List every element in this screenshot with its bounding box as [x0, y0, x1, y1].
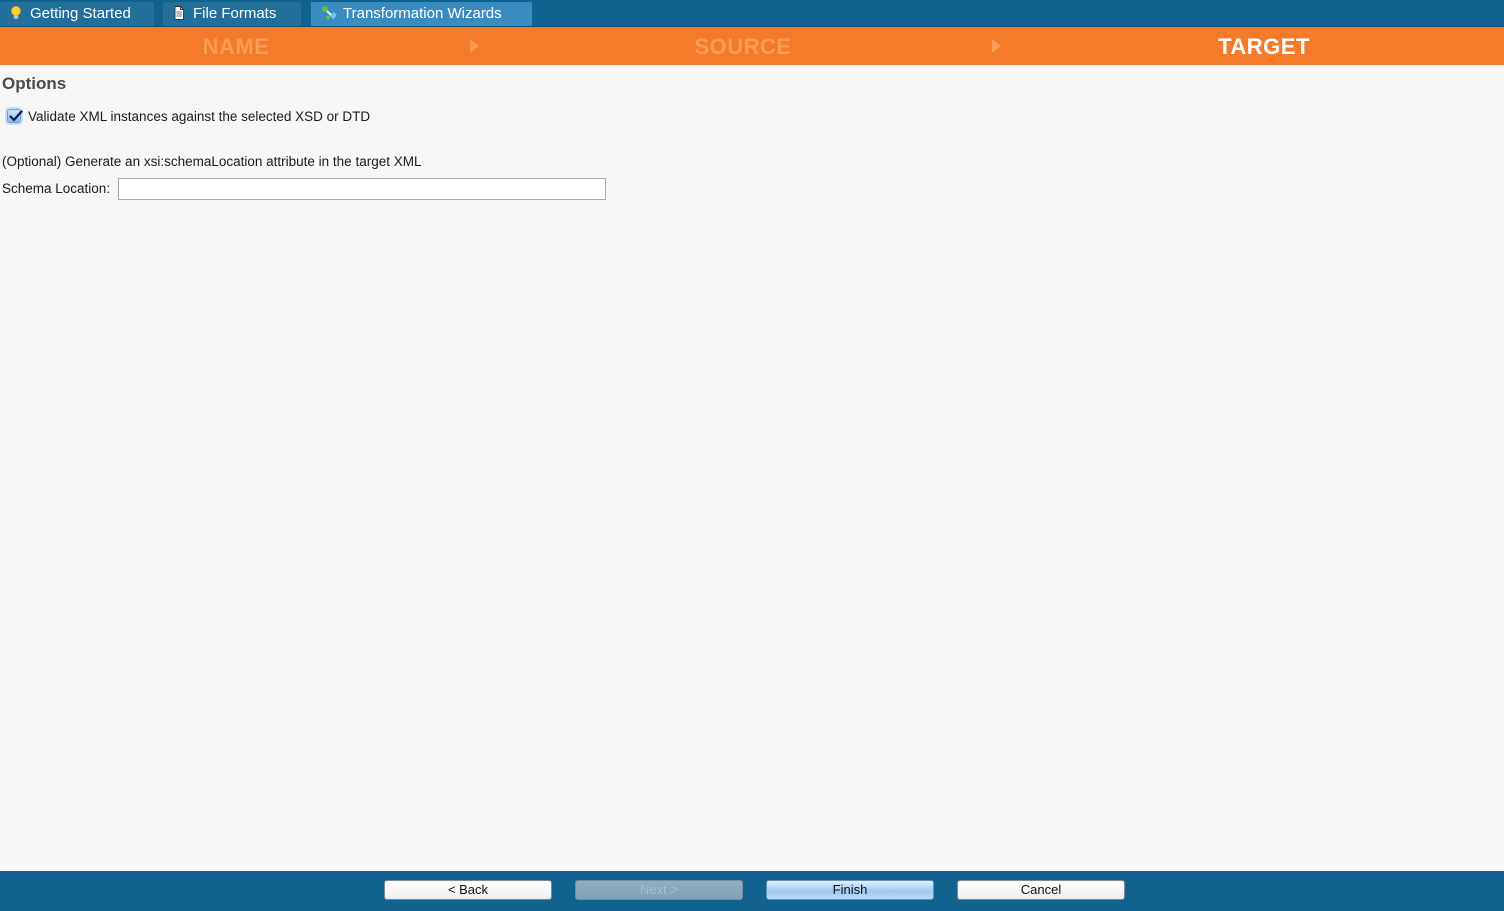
tab-label: Transformation Wizards [343, 5, 502, 22]
cancel-button[interactable]: Cancel [957, 880, 1125, 900]
wizard-button-bar: < Back Next > Finish Cancel [0, 871, 1504, 911]
next-button[interactable]: Next > [575, 880, 743, 900]
tab-transformation-wizards[interactable]: Transformation Wizards [311, 2, 532, 26]
step-target: TARGET [1218, 34, 1310, 59]
tab-file-formats[interactable]: File Formats [163, 2, 301, 26]
step-arrow-icon [992, 39, 1001, 53]
validate-xml-label: Validate XML instances against the selec… [28, 108, 371, 124]
step-source: SOURCE [694, 34, 792, 59]
transformation-wizard-window: Getting Started File Formats Transformat… [0, 0, 1504, 911]
tab-label: File Formats [193, 5, 277, 22]
tab-bar: Getting Started File Formats Transformat… [0, 0, 1504, 27]
tab-label: Getting Started [30, 5, 131, 22]
finish-button[interactable]: Finish [766, 880, 934, 900]
validate-xml-option[interactable]: Validate XML instances against the selec… [7, 107, 370, 125]
wizard-icon [321, 5, 337, 21]
back-button[interactable]: < Back [384, 880, 552, 900]
schema-location-input[interactable] [118, 178, 606, 200]
wizard-step-bar: NAME SOURCE TARGET [0, 27, 1504, 65]
step-arrow-icon [470, 39, 479, 53]
lightbulb-icon [8, 5, 24, 21]
checkmark-icon [9, 110, 23, 122]
tab-getting-started[interactable]: Getting Started [0, 2, 154, 26]
schema-location-label: Schema Location: [2, 181, 111, 196]
optional-schema-note: (Optional) Generate an xsi:schemaLocatio… [2, 154, 422, 169]
document-icon [171, 5, 187, 21]
validate-xml-checkbox[interactable] [7, 109, 23, 123]
options-title: Options [2, 74, 67, 93]
step-name: NAME [202, 34, 270, 59]
